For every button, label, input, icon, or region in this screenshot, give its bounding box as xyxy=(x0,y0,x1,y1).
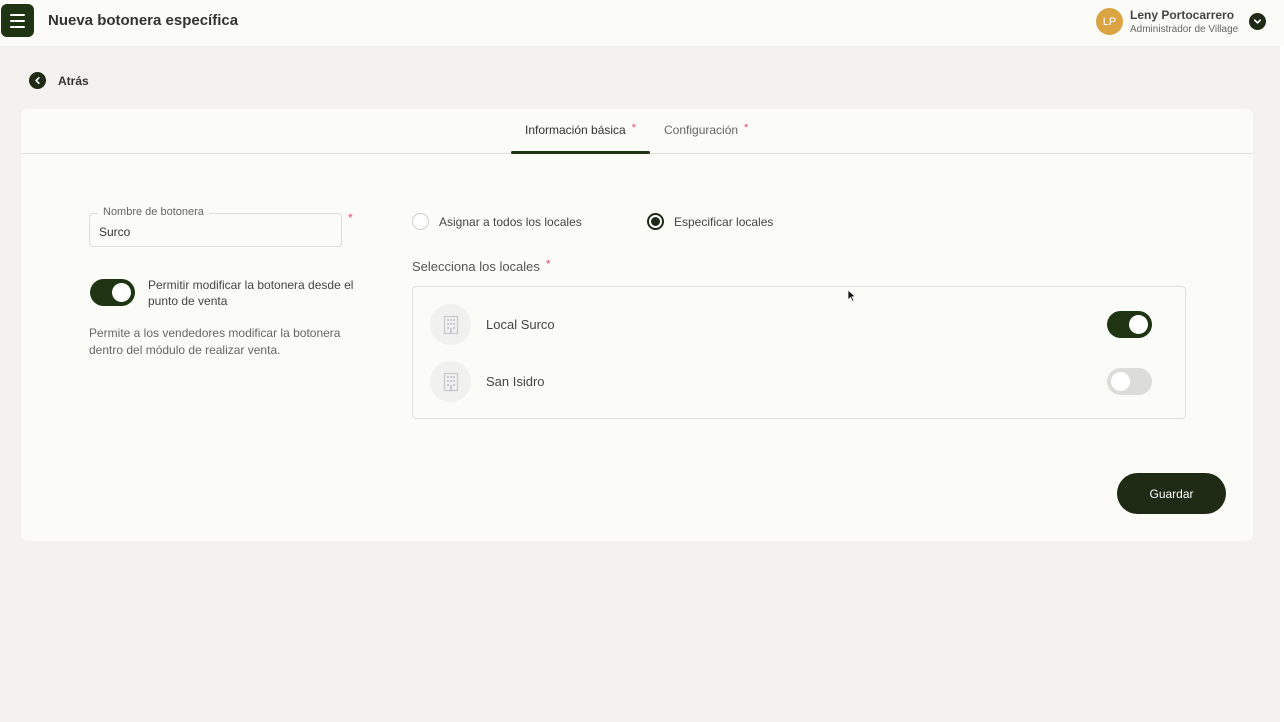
required-mark: * xyxy=(348,211,353,225)
radio-label: Especificar locales xyxy=(674,214,774,229)
building-icon xyxy=(430,304,471,345)
scrollbar-track[interactable] xyxy=(1280,46,1284,722)
allow-modify-toggle[interactable] xyxy=(90,279,135,306)
required-mark: * xyxy=(545,257,551,271)
page-title: Nueva botonera específica xyxy=(48,12,239,29)
tab-informacion-basica[interactable]: Información básica * xyxy=(525,122,636,137)
radio-label: Asignar a todos los locales xyxy=(439,214,582,229)
name-input[interactable] xyxy=(99,224,329,240)
required-mark: * xyxy=(631,122,636,134)
radio-specify-locales[interactable]: Especificar locales xyxy=(647,213,773,230)
list-item: San Isidro xyxy=(413,353,1185,410)
required-mark: * xyxy=(744,122,749,134)
locale-name: Local Surco xyxy=(486,317,555,332)
locales-title: Selecciona los locales * xyxy=(412,257,551,274)
user-role: Administrador de Village xyxy=(1130,24,1239,35)
allow-modify-label: Permitir modificar la botonera desde el … xyxy=(148,278,354,308)
mouse-cursor-icon xyxy=(847,289,857,308)
save-button[interactable]: Guardar xyxy=(1117,473,1226,514)
top-bar: Nueva botonera específica LP Leny Portoc… xyxy=(0,0,1284,46)
chevron-left-icon xyxy=(29,72,46,89)
radio-button[interactable] xyxy=(647,213,664,230)
back-link[interactable]: Atrás xyxy=(29,72,89,89)
menu-button[interactable] xyxy=(1,4,34,37)
locale-toggle[interactable] xyxy=(1107,311,1152,338)
radio-assign-all[interactable]: Asignar a todos los locales xyxy=(412,213,582,230)
allow-modify-help: Permite a los vendedores modificar la bo… xyxy=(89,326,341,357)
user-name: Leny Portocarrero xyxy=(1130,8,1235,22)
chevron-down-icon[interactable] xyxy=(1249,13,1266,30)
list-item: Local Surco xyxy=(413,296,1185,353)
name-field-label: Nombre de botonera xyxy=(98,206,209,218)
back-label: Atrás xyxy=(58,73,89,88)
locale-name: San Isidro xyxy=(486,374,545,389)
locale-toggle[interactable] xyxy=(1107,368,1152,395)
active-tab-indicator xyxy=(511,151,650,154)
name-field: Nombre de botonera xyxy=(89,206,342,247)
radio-button[interactable] xyxy=(412,213,429,230)
building-icon xyxy=(430,361,471,402)
form-card: Información básica * Configuración * Nombr… xyxy=(21,109,1253,541)
hamburger-icon xyxy=(10,13,25,16)
tab-label: Configuración xyxy=(664,123,739,137)
avatar: LP xyxy=(1096,8,1123,35)
locales-list: Local Surco San Isidro xyxy=(412,286,1186,419)
tab-bar: Información básica * Configuración * xyxy=(21,109,1253,154)
tab-configuracion[interactable]: Configuración * xyxy=(664,122,749,137)
tab-label: Información básica xyxy=(525,123,626,137)
